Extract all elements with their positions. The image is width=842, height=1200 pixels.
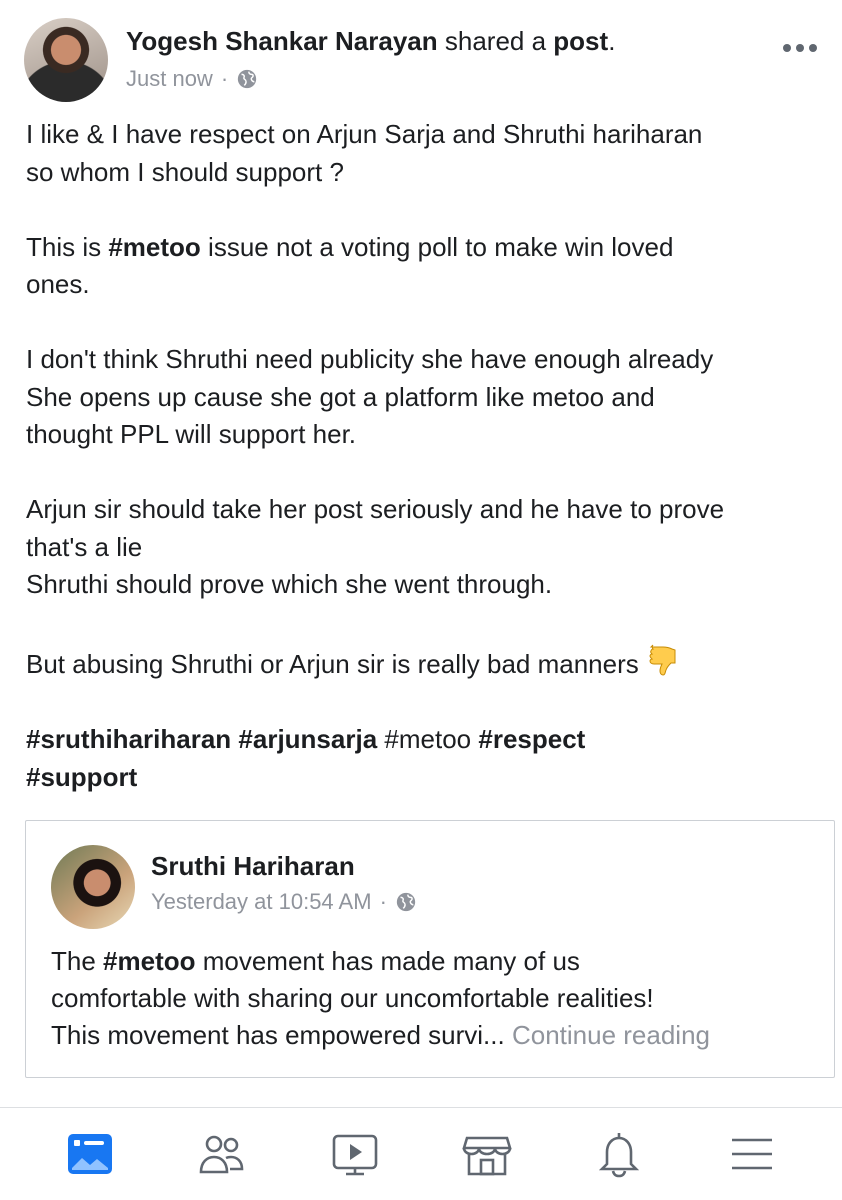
body-line: Arjun sir should take her post seriously… [26,494,725,524]
tab-friends[interactable] [182,1114,262,1194]
author-line: Yogesh Shankar Narayan shared a post. [126,26,615,57]
news-feed-icon [68,1134,113,1174]
tab-menu[interactable] [712,1114,792,1194]
friends-icon [200,1135,244,1174]
shared-post-meta: Yesterday at 10:54 AM · [151,889,417,915]
shared-author-name[interactable]: Sruthi Hariharan [151,851,355,882]
period: . [608,26,616,56]
hashtag-link[interactable]: #metoo [108,232,200,262]
body-line: This is #metoo issue not a voting poll t… [26,229,831,267]
hashtag-link[interactable]: #metoo [384,724,471,754]
tab-marketplace[interactable] [447,1114,527,1194]
hashtag-link[interactable]: #support [26,762,137,792]
body-line: But abusing Shruthi or Arjun sir is real… [26,641,831,684]
action-text: shared a [437,26,554,56]
post-time[interactable]: Just now [126,66,213,92]
author-avatar[interactable] [24,18,108,102]
body-line: ones. [26,269,90,299]
globe-icon [237,69,257,89]
tab-news-feed[interactable] [50,1114,130,1194]
shared-line: comfortable with sharing our uncomfortab… [51,983,654,1013]
body-line: that's a lie [26,531,143,562]
hashtag-link[interactable]: #respect [478,724,585,754]
notifications-icon [599,1133,640,1178]
post-body: I like & I have respect on Arjun Sarja a… [26,116,831,796]
meta-separator: · [220,66,229,91]
text-segment: This is [26,231,109,262]
text-segment: movement has made many of us [195,946,580,976]
text-segment: But abusing Shruthi or Arjun sir is real… [26,649,639,679]
body-line: Shruthi should prove which she went thro… [26,569,553,599]
hashtag-link[interactable]: #metoo [103,946,195,976]
body-line: She opens up cause she got a platform li… [26,381,655,412]
post-header: Yogesh Shankar Narayan shared a post. Ju… [0,0,842,110]
text-segment: The [51,946,104,976]
shared-post-card[interactable]: Sruthi Hariharan Yesterday at 10:54 AM ·… [25,820,835,1078]
body-line: thought PPL will support her. [26,419,357,449]
post-meta: Just now · [126,66,258,92]
thumbs-down-icon [649,644,676,676]
shared-post-text: The #metoo movement has made many of us … [51,943,821,1054]
author-name[interactable]: Yogesh Shankar Narayan [126,26,438,56]
text-segment: This movement has empowered survi... [51,1020,505,1050]
shared-post-time[interactable]: Yesterday at 10:54 AM [151,889,372,915]
continue-reading-link[interactable]: Continue reading [512,1020,710,1050]
tab-watch[interactable] [315,1114,395,1194]
more-options-button[interactable] [782,34,818,54]
hashtag-link[interactable]: #arjunsarja [238,724,377,754]
menu-icon [731,1138,772,1170]
more-dots-icon [783,44,817,52]
hashtag-line: #sruthihariharan #arjunsarja #metoo #res… [26,721,831,759]
text-segment: issue not a voting poll to make win love… [200,231,674,262]
body-line: I like & I have respect on Arjun Sarja a… [26,119,703,149]
tab-notifications[interactable] [579,1114,659,1194]
hashtag-link[interactable]: #sruthihariharan [26,724,231,754]
body-line: I don't think Shruthi need publicity she… [26,344,714,374]
shared-line: This movement has empowered survi... Con… [51,1017,821,1054]
shared-line: The #metoo movement has made many of us [51,943,821,980]
hashtag-line: #support [26,759,831,797]
globe-icon [396,892,416,912]
bottom-tab-bar [0,1107,842,1200]
shared-author-avatar[interactable] [51,845,135,929]
post-link[interactable]: post [553,26,608,56]
watch-icon [332,1134,378,1176]
meta-separator: · [379,889,387,914]
body-line: so whom I should support ? [26,156,344,187]
marketplace-icon [462,1136,512,1176]
